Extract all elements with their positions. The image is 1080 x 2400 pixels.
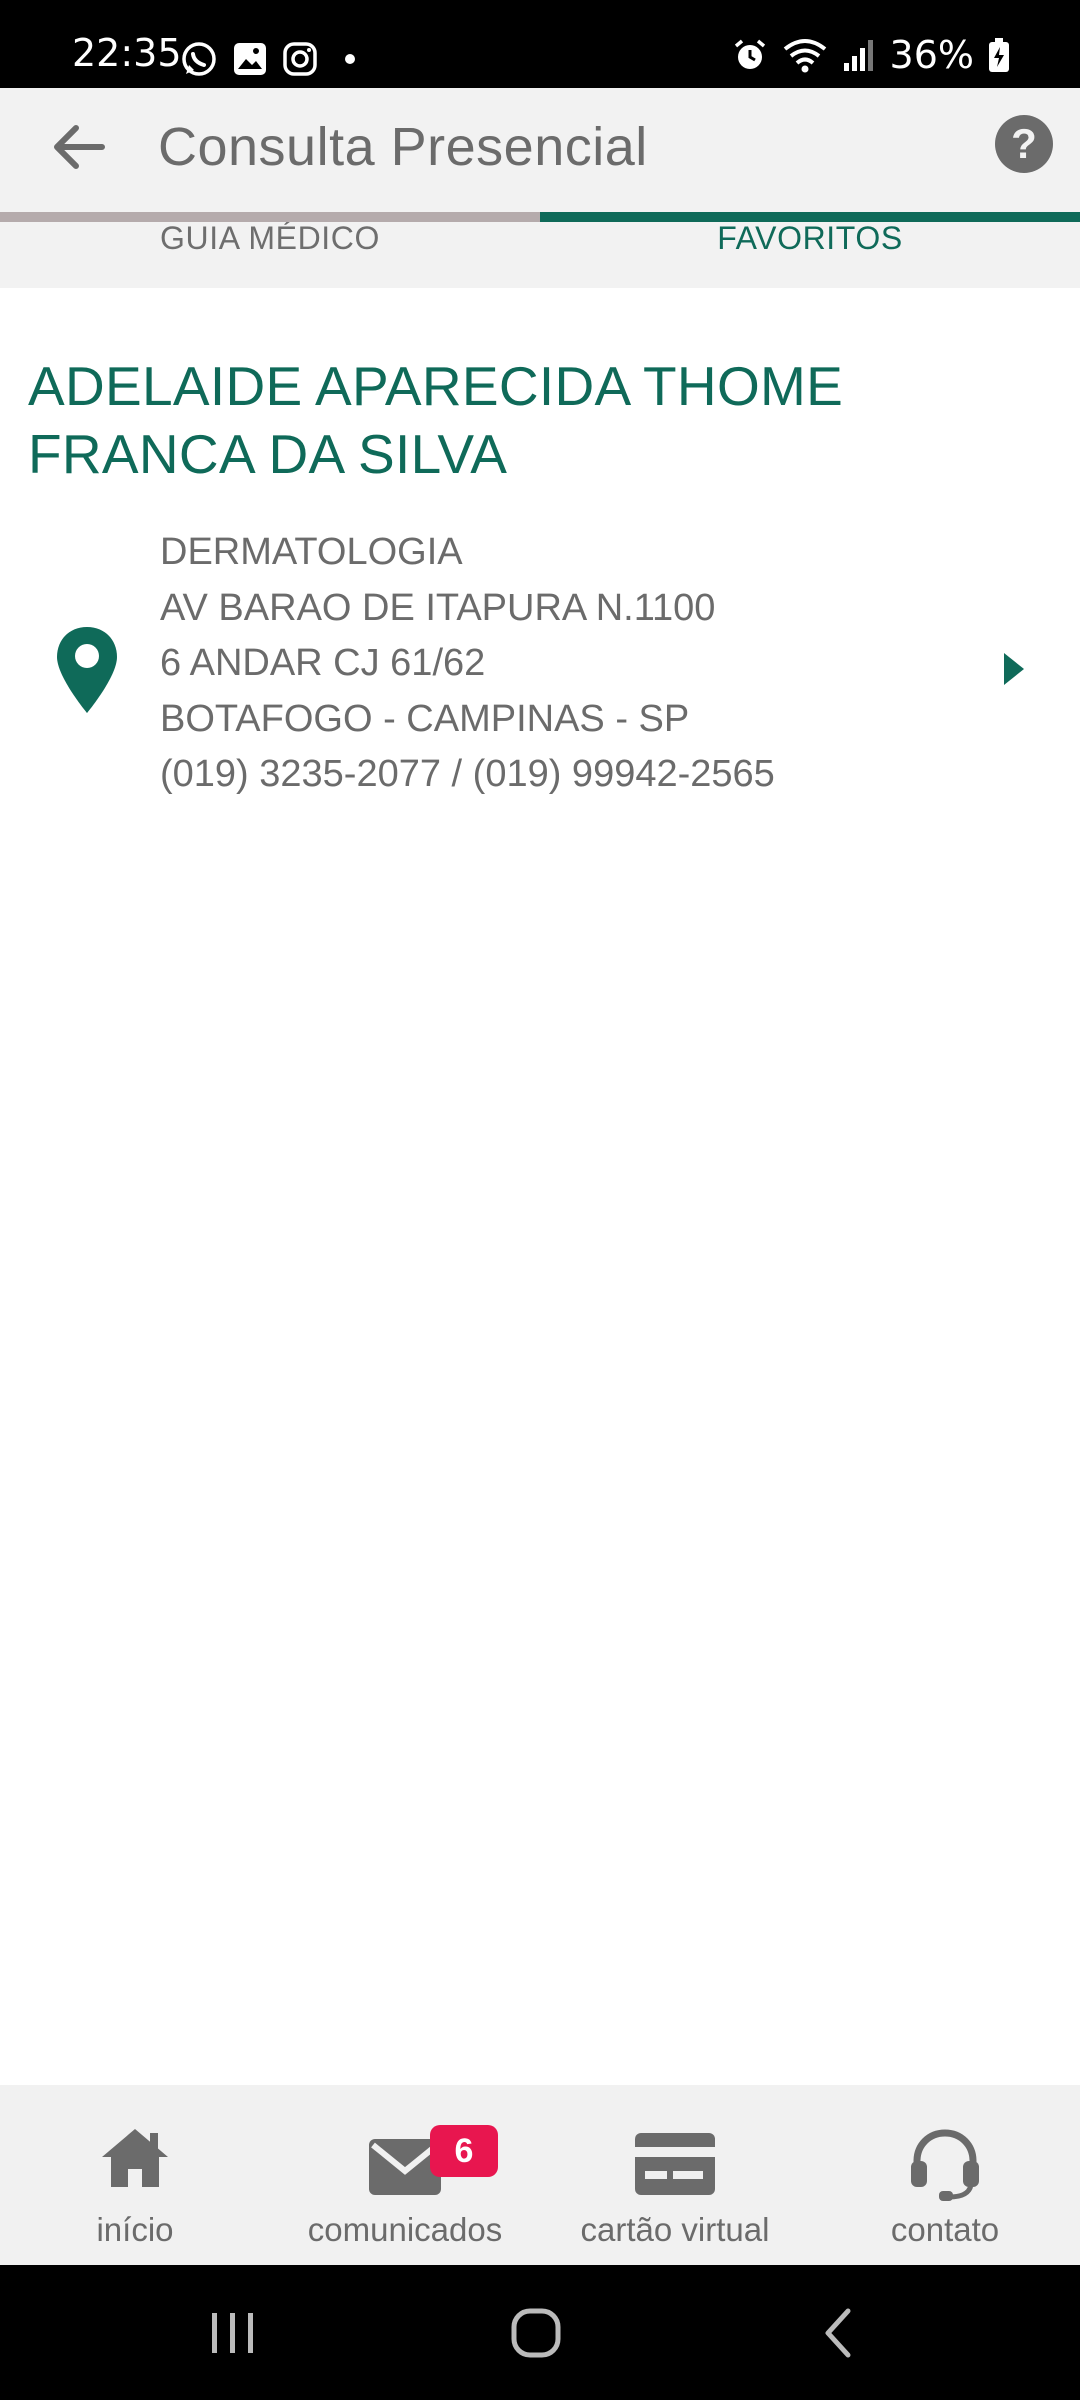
home-icon [102,2129,168,2187]
card-icon [635,2133,715,2195]
battery-icon [989,38,1009,72]
doctor-name: ADELAIDE APARECIDA THOME FRANCA DA SILVA [28,355,844,485]
location-pin-icon [57,627,117,713]
nav-comunicados[interactable]: 6 comunicados [270,2085,540,2265]
nav-label-cartao-virtual: cartão virtual [580,2211,770,2248]
back-nav-icon[interactable] [818,2305,858,2361]
headset-icon [911,2129,979,2201]
status-right: 36% [732,36,1010,74]
address-line-1: AV BARAO DE ITAPURA N.1100 [160,586,716,629]
app-bar: Consulta Presencial ? GUIA MÉDICO FAVORI… [0,88,1080,288]
help-icon[interactable]: ? [994,114,1054,174]
address-line-2: 6 ANDAR CJ 61/62 [160,642,486,684]
tab-guia-indicator [0,212,540,222]
instagram-icon [283,42,317,76]
battery-percent: 36% [889,33,974,77]
screen: 22:35 36% Consulta Presencial ? GUIA MÉD… [0,0,1080,2400]
specialty: DERMATOLOGIA [160,531,463,573]
status-left-icons [180,40,368,78]
home-button-icon[interactable] [508,2305,564,2361]
page-title: Consulta Presencial [158,117,648,177]
recent-apps-icon[interactable] [208,2305,258,2361]
chevron-right-icon[interactable] [1000,649,1028,689]
signal-icon [843,40,873,71]
whatsapp-icon [182,42,216,76]
svg-text:?: ? [1011,120,1037,167]
back-arrow-icon[interactable] [44,112,114,182]
nav-inicio[interactable]: início [0,2085,270,2265]
nav-label-contato: contato [890,2211,1000,2248]
notification-badge: 6 [430,2125,498,2177]
wifi-icon [783,39,826,73]
phone-numbers: (019) 3235-2077 / (019) 99942-2565 [160,753,775,795]
doctor-info: DERMATOLOGIA AV BARAO DE ITAPURA N.1100 … [160,525,775,803]
favorite-doctor-card[interactable]: DERMATOLOGIA AV BARAO DE ITAPURA N.1100 … [0,525,1080,815]
nav-contato[interactable]: contato [810,2085,1080,2265]
status-bar: 22:35 36% [0,0,1080,88]
status-time: 22:35 [72,31,182,75]
tab-favoritos-indicator [540,212,1080,222]
system-nav-bar [0,2265,1080,2400]
alarm-icon [734,39,765,69]
nav-label-inicio: início [96,2211,174,2248]
nav-cartao-virtual[interactable]: cartão virtual [540,2085,810,2265]
dot-icon [345,54,355,64]
bottom-nav: início 6 comunicados cartão virtual cont… [0,2085,1080,2265]
gallery-icon [234,43,266,75]
nav-label-comunicados: comunicados [307,2211,503,2248]
city-line: BOTAFOGO - CAMPINAS - SP [160,697,690,740]
